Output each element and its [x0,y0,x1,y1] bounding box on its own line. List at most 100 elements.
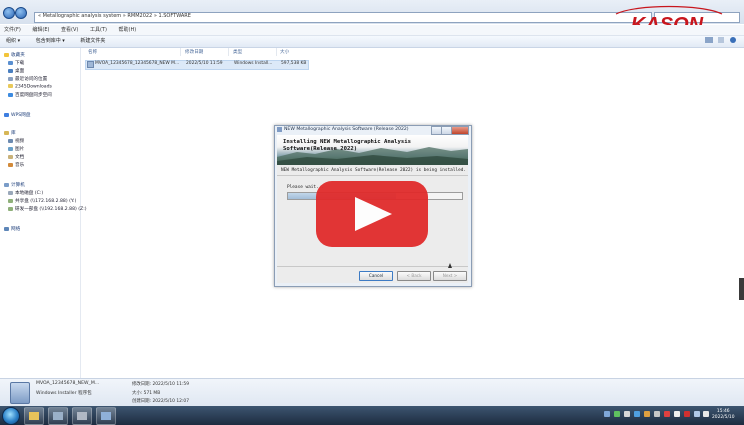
picture-icon [8,146,13,151]
details-created: 创建日期: 2022/5/10 12:07 [132,399,189,404]
tray-icon[interactable] [664,411,670,417]
recent-places-icon [8,76,13,81]
tray-icon[interactable] [674,411,680,417]
volume-icon[interactable] [703,411,709,417]
sidebar-item-baidu-sync[interactable]: 百度网盘同步空间 [8,92,52,98]
cloud-icon [8,92,13,97]
tray-icon[interactable] [634,411,640,417]
column-divider[interactable] [180,48,181,56]
installer-package-icon [10,382,30,404]
network-drive-icon [8,198,13,203]
close-button[interactable] [451,126,469,135]
taskbar-app-2[interactable] [72,407,92,425]
details-pane [0,378,744,407]
computer-header[interactable]: 计算机 [4,182,25,188]
tray-icon[interactable] [614,411,620,417]
sidebar-item-music[interactable]: 音乐 [8,162,24,168]
sidebar-item-documents[interactable]: 文档 [8,154,24,160]
forward-button[interactable] [15,7,27,19]
menu-edit[interactable]: 编辑(E) [32,27,49,33]
computer-icon [4,182,9,187]
column-modified[interactable]: 修改日期 [185,49,203,55]
network-icon[interactable] [694,411,700,417]
view-options [704,37,736,45]
column-divider[interactable] [228,48,229,56]
column-type[interactable]: 类型 [233,49,242,55]
banner-title: Installing NEW Metallographic Analysis S… [283,139,411,152]
installer-app-icon [277,127,282,132]
file-modified: 2022/5/10 11:59 [186,61,223,66]
clock-date: 2022/5/10 [712,415,735,420]
details-modified: 修改日期: 2022/5/10 11:59 [132,382,189,387]
details-filename: MVOA_12345678_NEW_M... [36,381,100,386]
column-name[interactable]: 名称 [88,49,97,55]
mouse-cursor-icon [448,263,452,268]
library-icon [4,130,9,135]
breadcrumb[interactable]: « Metallographic analysis system » RMM20… [38,13,191,19]
command-bar: 组织 ▾ 包含到库中 ▾ 新建文件夹 [0,36,744,48]
tray-icon[interactable] [654,411,660,417]
play-icon [355,197,392,231]
organize-button[interactable]: 组织 ▾ [6,38,20,44]
network-icon [4,226,9,231]
taskbar-clock[interactable]: 15:46 2022/5/10 [712,409,735,421]
side-scrollbar[interactable] [739,278,744,300]
library-header[interactable]: 库 [4,130,16,136]
cancel-button[interactable]: Cancel [359,271,393,281]
file-name: MVOA_12345678_12345678_NEW M... [95,61,180,66]
divider [277,175,468,176]
drive-icon [8,190,13,195]
back-button[interactable] [3,7,15,19]
app-icon [77,412,87,420]
include-in-library-button[interactable]: 包含到库中 ▾ [36,38,65,44]
tray-icon[interactable] [624,411,630,417]
tray-icon[interactable] [604,411,610,417]
menu-view[interactable]: 查看(V) [61,27,78,33]
view-icon[interactable] [704,37,713,43]
desktop-icon [8,68,13,73]
tray-icon[interactable] [684,411,690,417]
details-size: 大小: 571 MB [132,391,161,396]
sidebar-item-recent[interactable]: 最近访问的位置 [8,76,47,82]
taskbar-explorer[interactable] [24,407,44,425]
installer-banner: Installing NEW Metallographic Analysis S… [277,135,468,165]
installer-icon [87,61,94,68]
column-size[interactable]: 大小 [280,49,289,55]
favorites-header[interactable]: 收藏夹 [4,52,25,58]
sidebar-item-2345downloads[interactable]: 2345Downloads [8,84,52,90]
preview-pane-icon[interactable] [718,37,725,43]
tray-icon[interactable] [644,411,650,417]
downloads-icon [8,60,13,65]
menu-bar: 文件(F) 编辑(E) 查看(V) 工具(T) 帮助(H) [0,25,744,36]
folder-icon [29,412,39,420]
wps-header[interactable]: WPS网盘 [4,112,30,118]
menu-tools[interactable]: 工具(T) [90,27,107,33]
column-divider[interactable] [276,48,277,56]
menu-file[interactable]: 文件(F) [4,27,21,33]
star-icon [4,52,9,57]
music-icon [8,162,13,167]
sidebar-item-desktop[interactable]: 桌面 [8,68,24,74]
install-status: NEW Metallographic Analysis Software(Rel… [281,168,467,173]
help-icon[interactable] [730,37,736,43]
dialog-title: NEW Metallographic Analysis Software (Re… [284,127,409,132]
file-type: Windows Install... [234,61,273,66]
sidebar-item-videos[interactable]: 视频 [8,138,24,144]
sidebar-item-drive-c[interactable]: 本地磁盘 (C:) [8,190,43,196]
document-icon [8,154,13,159]
sidebar-item-pictures[interactable]: 图片 [8,146,24,152]
taskbar-installer[interactable] [96,407,116,425]
start-button[interactable] [2,407,20,425]
sidebar-item-drive-y[interactable]: 共享盘 (\\172.168.2.88) (Y:) [8,198,76,204]
video-play-overlay[interactable] [316,181,428,247]
back-button[interactable]: < Back [397,271,431,281]
taskbar-app-1[interactable] [48,407,68,425]
network-drive-icon [8,206,13,211]
new-folder-button[interactable]: 新建文件夹 [80,38,105,44]
next-button[interactable]: Next > [433,271,467,281]
menu-help[interactable]: 帮助(H) [119,27,137,33]
wps-cloud-icon [4,112,9,117]
sidebar-item-downloads[interactable]: 下载 [8,60,24,66]
sidebar-item-drive-z[interactable]: 研发一部盘 (\\192.168.2.88) (Z:) [8,206,87,212]
network-header[interactable]: 网络 [4,226,20,232]
